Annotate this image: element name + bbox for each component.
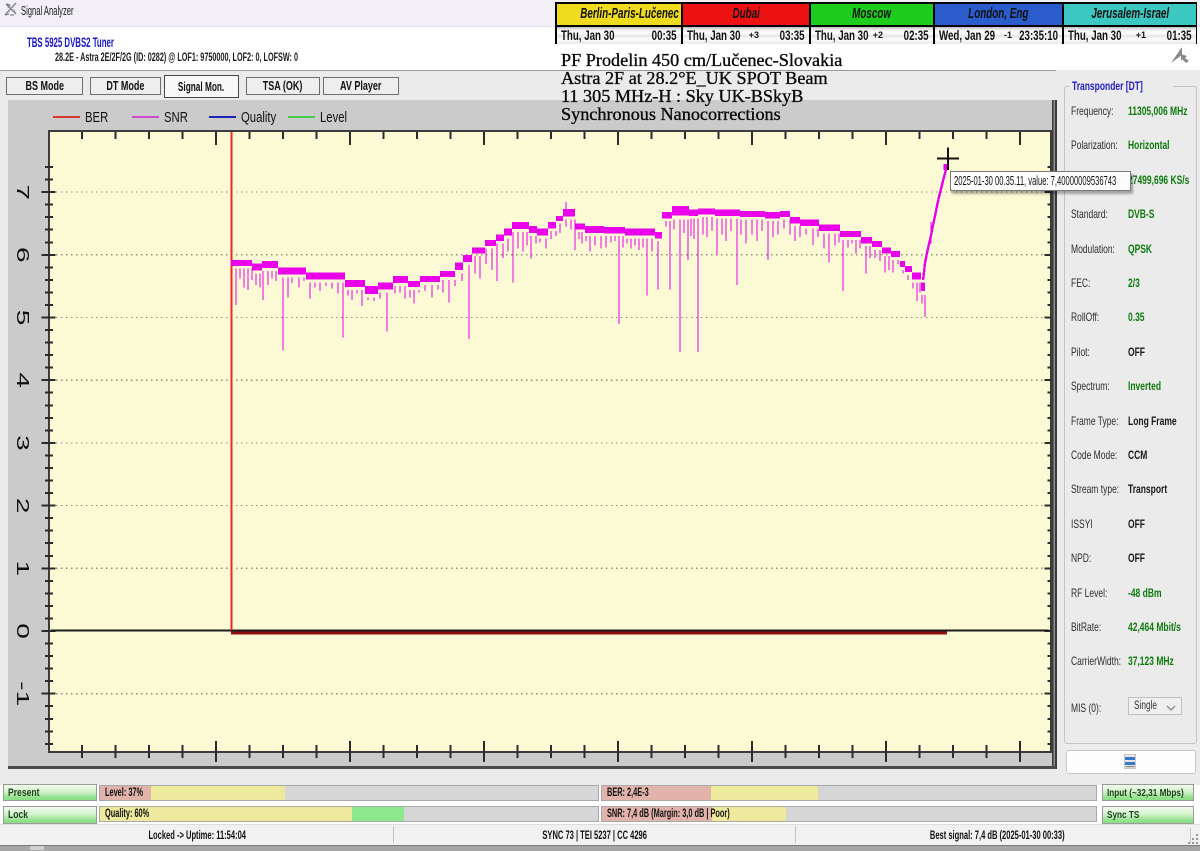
- svg-text:6: 6: [13, 247, 32, 263]
- svg-text:Quality: Quality: [241, 109, 277, 126]
- svg-text:SNR: SNR: [164, 109, 188, 126]
- svg-text:4: 4: [13, 372, 32, 388]
- svg-text:-1: -1: [13, 681, 32, 706]
- svg-text:5: 5: [13, 310, 32, 326]
- svg-text:Level: Level: [320, 109, 347, 126]
- svg-text:1: 1: [13, 561, 32, 577]
- svg-text:3: 3: [13, 435, 32, 451]
- svg-text:BER: BER: [85, 109, 108, 126]
- svg-text:7: 7: [13, 184, 32, 200]
- svg-text:0: 0: [13, 623, 32, 639]
- svg-text:2: 2: [13, 498, 32, 514]
